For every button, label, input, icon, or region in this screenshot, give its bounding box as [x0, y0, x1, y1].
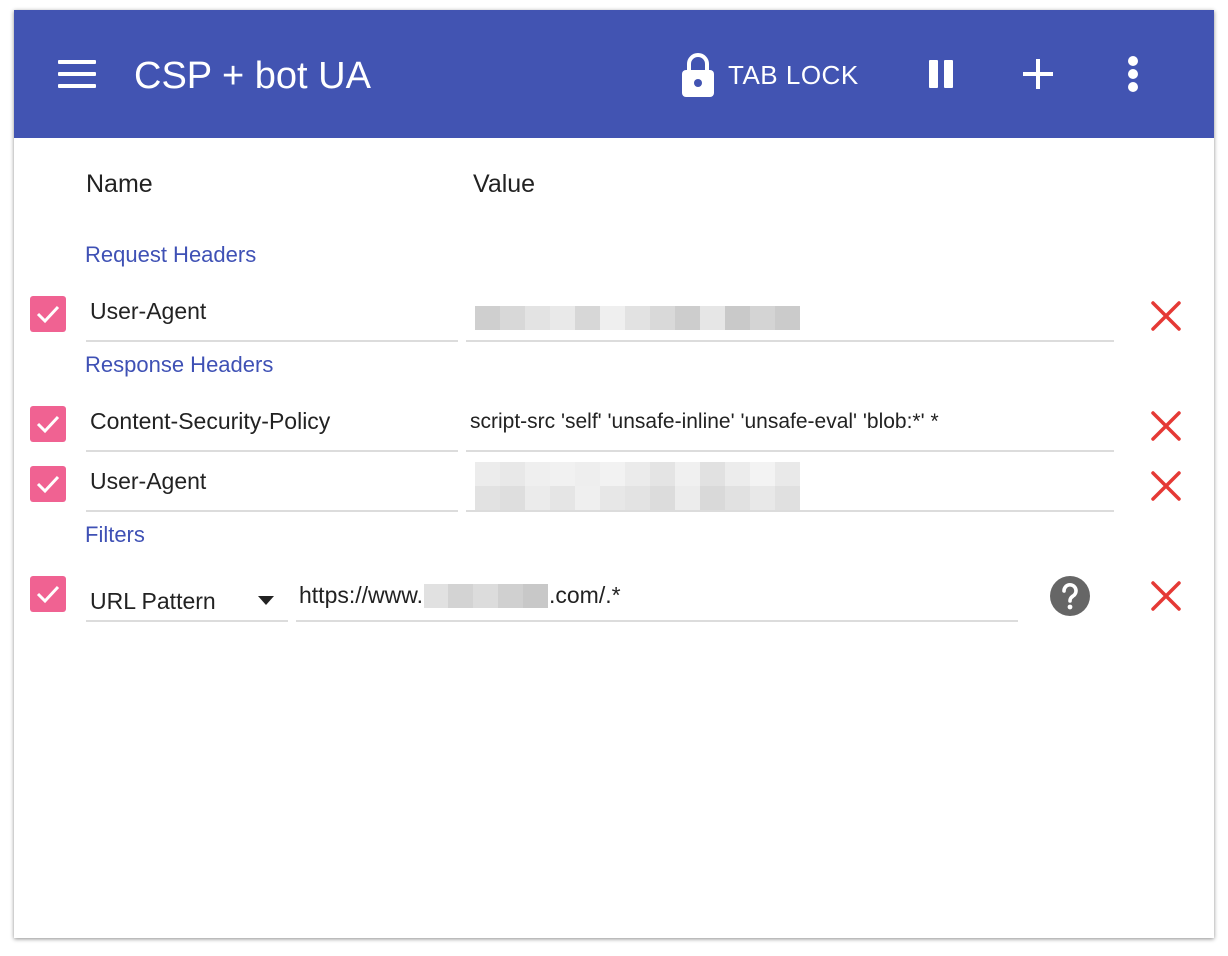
response-header-2-name: User-Agent [90, 468, 207, 494]
name-column-header: Name [86, 170, 153, 198]
filter-1-value: https://www. .com/.* [299, 582, 621, 609]
response-header-1-value: script-src 'self' 'unsafe-inline' 'unsaf… [470, 410, 939, 433]
filter-1-checkbox[interactable] [30, 576, 66, 612]
response-header-1-name-field[interactable]: Content-Security-Policy [86, 396, 458, 452]
redacted-value [423, 583, 548, 608]
delete-filter-1-icon[interactable] [1150, 580, 1182, 612]
request-header-1-checkbox[interactable] [30, 296, 66, 332]
filters-section-label: Filters [85, 522, 145, 547]
more-vert-icon[interactable] [1122, 54, 1146, 94]
modheader-window: CSP + bot UA TAB LOCK Name Value Request… [14, 10, 1214, 938]
response-header-2-checkbox[interactable] [30, 466, 66, 502]
delete-response-header-1-icon[interactable] [1150, 410, 1182, 442]
redacted-value [475, 306, 801, 330]
redacted-value [475, 462, 801, 510]
question-mark-icon [1062, 583, 1078, 610]
response-header-2-value-field[interactable] [466, 456, 1114, 512]
profile-title[interactable]: CSP + bot UA [134, 54, 371, 98]
check-icon [36, 415, 60, 434]
tab-lock-button[interactable]: TAB LOCK [678, 50, 859, 100]
request-header-1-value-field[interactable] [466, 286, 1114, 342]
delete-request-header-1-icon[interactable] [1150, 300, 1182, 332]
tab-lock-label: TAB LOCK [728, 59, 859, 90]
response-header-1-name: Content-Security-Policy [90, 408, 331, 434]
response-headers-section-label: Response Headers [85, 352, 274, 377]
request-header-1-name: User-Agent [90, 298, 207, 324]
help-icon[interactable] [1050, 576, 1090, 616]
app-bar: CSP + bot UA TAB LOCK [14, 10, 1214, 138]
request-header-1-name-field[interactable]: User-Agent [86, 286, 458, 342]
add-icon[interactable] [1020, 56, 1056, 92]
request-headers-section-label: Request Headers [85, 242, 257, 267]
delete-response-header-2-icon[interactable] [1150, 470, 1182, 502]
check-icon [36, 585, 60, 604]
filter-1-value-prefix: https://www. [299, 582, 423, 608]
response-header-1-checkbox[interactable] [30, 406, 66, 442]
filter-1-value-field[interactable]: https://www. .com/.* [296, 566, 1018, 622]
lock-icon [682, 53, 714, 97]
response-header-2-name-field[interactable]: User-Agent [86, 456, 458, 512]
response-header-1-value-field[interactable]: script-src 'self' 'unsafe-inline' 'unsaf… [466, 396, 1114, 452]
filter-1-value-suffix: .com/.* [548, 582, 621, 608]
filter-1-type: URL Pattern [90, 588, 216, 614]
check-icon [36, 305, 60, 324]
pause-icon[interactable] [926, 58, 956, 90]
value-column-header: Value [473, 170, 536, 198]
hamburger-menu-icon[interactable] [58, 60, 98, 88]
dropdown-arrow-icon[interactable] [258, 596, 274, 605]
check-icon [36, 475, 60, 494]
filter-1-type-select[interactable]: URL Pattern [86, 566, 288, 622]
